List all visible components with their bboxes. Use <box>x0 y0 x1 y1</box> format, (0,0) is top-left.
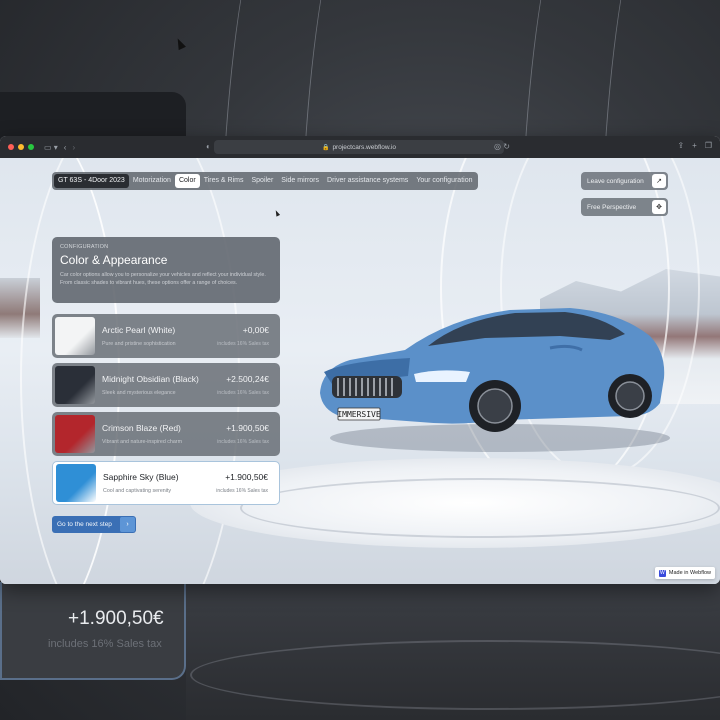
color-subtitle: Vibrant and nature-inspired charm <box>102 439 182 445</box>
configuration-card: CONFIGURATION Color & Appearance Car col… <box>52 237 280 303</box>
browser-titlebar: ▭ ▾ ‹ › ◐ 🔒 projectcars.webflow.io ◎ ↻ ⇪… <box>0 136 720 158</box>
color-price: +1.900,50€ <box>225 472 268 482</box>
tab-overview-icon[interactable]: ❐ <box>705 141 712 150</box>
free-perspective-label: Free Perspective <box>587 203 637 211</box>
sidebar-toggle-icon[interactable]: ▭ ▾ <box>44 143 58 152</box>
free-perspective-button[interactable]: Free Perspective ✥ <box>581 198 668 216</box>
color-tax-note: includes 16% Sales tax <box>216 488 268 494</box>
background-tax: includes 16% Sales tax <box>48 638 162 650</box>
color-swatch <box>56 464 96 502</box>
chevron-right-icon: › <box>120 517 135 532</box>
next-step-button[interactable]: Go to the next step › <box>52 516 136 533</box>
color-subtitle: Pure and pristine sophistication <box>102 341 176 347</box>
mouse-cursor-icon <box>174 36 186 51</box>
address-bar[interactable]: 🔒 projectcars.webflow.io <box>214 140 504 154</box>
mouse-cursor-icon <box>273 209 281 217</box>
forward-arrow-icon[interactable]: › <box>72 143 75 152</box>
color-tax-note: includes 16% Sales tax <box>217 341 269 347</box>
new-tab-icon[interactable]: + <box>692 141 697 150</box>
nav-tab[interactable]: Motorization <box>129 174 175 188</box>
license-plate-text: IMMERSIVE <box>337 410 381 419</box>
configurator-scene: IMMERSIVE GT 63S - 4Door 2023 Motorizatio… <box>0 158 720 584</box>
share-icon[interactable]: ⇪ <box>677 141 684 150</box>
color-option[interactable]: Crimson Blaze (Red) Vibrant and nature-i… <box>52 412 280 456</box>
badge-label: Made in Webflow <box>668 570 711 576</box>
lock-icon: 🔒 <box>321 144 330 151</box>
nav-tab[interactable]: Spoiler <box>247 174 277 188</box>
nav-tab[interactable]: Side mirrors <box>277 174 323 188</box>
color-swatch <box>55 415 95 453</box>
color-swatch <box>55 366 95 404</box>
turntable-ring <box>240 478 720 538</box>
color-name: Sapphire Sky (Blue) <box>103 472 179 482</box>
close-window-button[interactable] <box>8 144 14 150</box>
color-swatch <box>55 317 95 355</box>
color-option[interactable]: Sapphire Sky (Blue) Cool and captivating… <box>52 461 280 505</box>
nav-tab[interactable]: Tires & Rims <box>200 174 248 188</box>
nav-tab[interactable]: Color <box>174 174 200 188</box>
maximize-window-button[interactable] <box>28 144 34 150</box>
url-text: projectcars.webflow.io <box>332 143 397 151</box>
leave-configuration-label: Leave configuration <box>587 177 644 185</box>
webflow-logo-icon: W <box>658 569 666 577</box>
made-in-webflow-badge[interactable]: W Made in Webflow <box>654 567 715 579</box>
leave-configuration-button[interactable]: Leave configuration ↗ <box>581 172 668 190</box>
move-icon: ✥ <box>652 200 666 214</box>
external-link-icon: ↗ <box>652 174 666 188</box>
car-render[interactable]: IMMERSIVE <box>310 298 670 458</box>
privacy-shield-icon[interactable]: ◐ <box>206 142 211 151</box>
color-name: Arctic Pearl (White) <box>102 325 176 335</box>
step-navigation: GT 63S - 4Door 2023 Motorization Color Tire… <box>52 172 479 190</box>
reader-icon[interactable]: ◎ ↻ <box>494 142 510 151</box>
color-name: Crimson Blaze (Red) <box>102 423 181 433</box>
color-option[interactable]: Midnight Obsidian (Black) Sleek and myst… <box>52 363 280 407</box>
configuration-title: Color & Appearance <box>60 253 168 267</box>
background-price: +1.900,50€ <box>68 608 164 629</box>
color-price: +0,00€ <box>242 325 269 335</box>
nav-tab[interactable]: Your configuration <box>412 174 476 188</box>
background-price-panel <box>0 582 186 680</box>
color-tax-note: includes 16% Sales tax <box>217 439 269 445</box>
browser-window: ▭ ▾ ‹ › ◐ 🔒 projectcars.webflow.io ◎ ↻ ⇪… <box>0 136 720 584</box>
model-label: GT 63S - 4Door 2023 <box>54 174 129 188</box>
nav-tab[interactable]: Driver assistance systems <box>323 174 412 188</box>
configuration-description: Car color options allow you to personali… <box>60 272 266 286</box>
color-tax-note: includes 16% Sales tax <box>217 390 269 396</box>
back-arrow-icon[interactable]: ‹ <box>64 143 67 152</box>
next-step-label: Go to the next step <box>57 521 112 528</box>
color-subtitle: Sleek and mysterious elegance <box>102 390 176 396</box>
color-price: +1.900,50€ <box>226 423 269 433</box>
minimize-window-button[interactable] <box>18 144 24 150</box>
color-option[interactable]: Arctic Pearl (White) Pure and pristine s… <box>52 314 280 358</box>
color-price: +2.500,24€ <box>226 374 269 384</box>
color-name: Midnight Obsidian (Black) <box>102 374 199 384</box>
color-subtitle: Cool and captivating serenity <box>103 488 172 494</box>
configuration-eyebrow: CONFIGURATION <box>60 244 109 250</box>
